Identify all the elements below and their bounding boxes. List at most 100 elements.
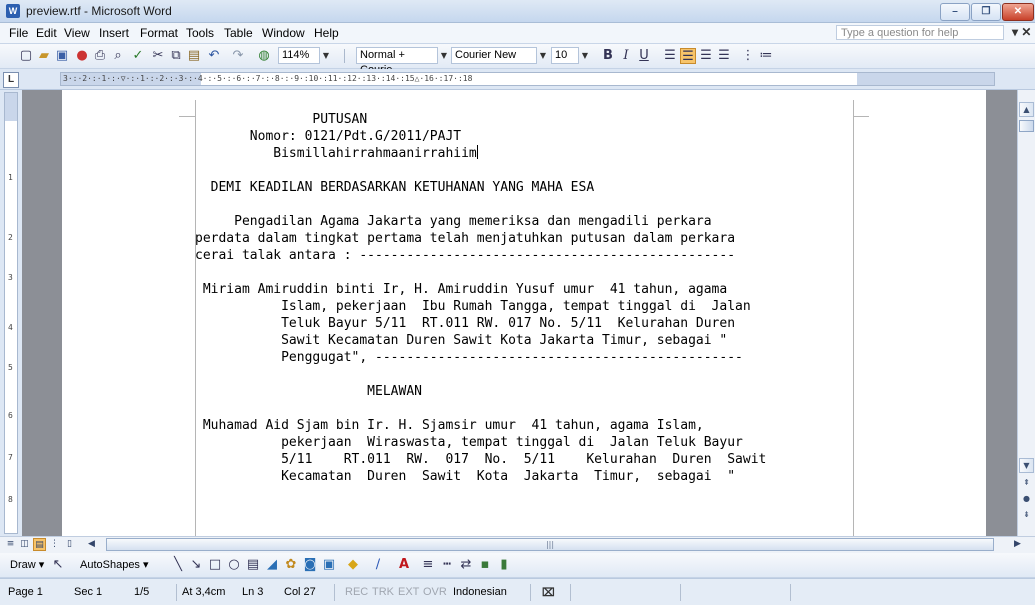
previous-page-icon[interactable]: ⇞ [1019,476,1034,491]
dash-style-icon[interactable]: ┅ [439,557,455,573]
document-line[interactable]: Pengadilan Agama Jakarta yang memeriksa … [195,213,851,230]
print-preview-icon[interactable]: ⌕ [110,48,126,64]
research-icon[interactable]: ◍ [256,48,272,64]
rectangle-icon[interactable]: □ [207,557,223,573]
menu-window[interactable]: Window [262,26,305,40]
font-size-dropdown-icon[interactable]: ▼ [580,48,590,63]
fill-color-icon[interactable]: ◆ [345,557,361,573]
document-line[interactable]: Bismillahirrahmaanirrahiim [195,145,851,162]
numbering-icon[interactable]: ⋮ [740,48,756,64]
status-language[interactable]: Indonesian [453,586,507,598]
scroll-right-icon[interactable]: ▶ [1011,538,1024,551]
select-objects-icon[interactable]: ↖ [50,557,66,573]
style-dropdown-icon[interactable]: ▼ [439,48,449,63]
minimize-button[interactable]: – [940,3,970,21]
next-page-icon[interactable]: ⇟ [1019,508,1034,523]
arrow-icon[interactable]: ↘ [188,557,204,573]
document-line[interactable]: Sawit Kecamatan Duren Sawit Kota Jakarta… [195,332,851,349]
document-page[interactable]: PUTUSAN Nomor: 0121/Pdt.G/2011/PAJT Bism… [62,90,986,536]
line-color-icon[interactable]: ∕ [370,557,386,573]
document-line[interactable] [195,264,851,281]
diagram-icon[interactable]: ✿ [283,557,299,573]
document-line[interactable]: Nomor: 0121/Pdt.G/2011/PAJT [195,128,851,145]
spelling-icon[interactable]: ✓ [130,48,146,64]
menu-help[interactable]: Help [314,26,339,40]
tab-selector[interactable]: L [3,72,19,88]
menu-table[interactable]: Table [224,26,253,40]
status-trk[interactable]: TRK [372,586,394,598]
document-text[interactable]: PUTUSAN Nomor: 0121/Pdt.G/2011/PAJT Bism… [195,111,851,485]
close-doc-icon[interactable]: ▾ ✕ [1012,25,1031,39]
cut-icon[interactable]: ✂ [150,48,166,64]
scroll-up-icon[interactable]: ▲ [1019,102,1034,117]
maximize-button[interactable]: ❐ [971,3,1001,21]
scroll-down-icon[interactable]: ▼ [1019,458,1034,473]
menu-format[interactable]: Format [140,26,178,40]
menu-view[interactable]: View [64,26,90,40]
new-document-icon[interactable]: ▢ [18,48,34,64]
oval-icon[interactable]: ○ [226,557,242,573]
bullets-icon[interactable]: ≔ [758,48,774,64]
document-line[interactable]: pekerjaan Wiraswasta, tempat tinggal di … [195,434,851,451]
font-color-icon[interactable]: A [396,557,412,573]
reading-layout-icon[interactable]: ▯ [63,538,76,551]
document-line[interactable]: perdata dalam tingkat pertama telah menj… [195,230,851,247]
document-line[interactable]: Muhamad Aid Sjam bin Ir. H. Sjamsir umur… [195,417,851,434]
redo-icon[interactable]: ↷ [230,48,246,64]
document-line[interactable]: 5/11 RT.011 RW. 017 No. 5/11 Kelurahan D… [195,451,851,468]
document-line[interactable]: Teluk Bayur 5/11 RT.011 RW. 017 No. 5/11… [195,315,851,332]
line-style-icon[interactable]: ≡ [420,557,436,573]
zoom-dropdown-icon[interactable]: ▼ [321,48,331,63]
status-ovr[interactable]: OVR [423,586,447,598]
permission-icon[interactable]: ● [74,48,90,64]
spelling-status-icon[interactable]: ⌧ [542,586,555,599]
status-ext[interactable]: EXT [398,586,419,598]
open-icon[interactable]: ▰ [36,48,52,64]
3d-style-icon[interactable]: ▮ [496,557,512,573]
font-dropdown-icon[interactable]: ▼ [538,48,548,63]
line-icon[interactable]: ╲ [170,557,186,573]
style-select[interactable]: Normal + Courie [356,47,438,76]
align-right-icon[interactable]: ☰ [698,48,714,64]
close-button[interactable]: ✕ [1002,3,1034,21]
bold-button[interactable]: B [600,48,616,64]
vertical-ruler[interactable]: 1 2 3 4 5 6 7 8 [4,92,18,534]
document-line[interactable] [195,196,851,213]
horizontal-ruler[interactable]: 3·:·2·:·1·:·▽·:·1·:·2·:·3·:·4·:·5·:·6·:·… [60,72,995,86]
scroll-left-icon[interactable]: ◀ [85,538,98,551]
document-line[interactable]: cerai talak antara : -------------------… [195,247,851,264]
clipart-icon[interactable]: ◙ [302,557,318,573]
help-search-input[interactable]: Type a question for help [836,25,1004,40]
shadow-style-icon[interactable]: ▪ [477,557,493,573]
font-size-select[interactable]: 10 [551,47,579,64]
draw-menu[interactable]: Draw ▾ [10,558,44,571]
document-line[interactable] [195,162,851,179]
menu-tools[interactable]: Tools [186,26,214,40]
scroll-thumb[interactable] [1019,120,1034,132]
wordart-icon[interactable]: ◢ [264,557,280,573]
arrow-style-icon[interactable]: ⇄ [458,557,474,573]
document-line[interactable]: Kecamatan Duren Sawit Kota Jakarta Timur… [195,468,851,485]
word-app-icon[interactable]: W [6,4,20,18]
justify-icon[interactable]: ☰ [716,48,732,64]
status-rec[interactable]: REC [345,586,368,598]
copy-icon[interactable]: ⧉ [168,48,184,64]
document-line[interactable]: Miriam Amiruddin binti Ir, H. Amiruddin … [195,281,851,298]
textbox-icon[interactable]: ▤ [245,557,261,573]
select-browse-object-icon[interactable]: ● [1019,492,1034,507]
document-line[interactable] [195,366,851,383]
menu-insert[interactable]: Insert [99,26,129,40]
menu-file[interactable]: File [9,26,28,40]
normal-view-icon[interactable]: ≡ [4,538,17,551]
web-layout-icon[interactable]: ◫ [18,538,31,551]
align-center-icon[interactable]: ☰ [680,48,696,64]
picture-icon[interactable]: ▣ [321,557,337,573]
document-line[interactable]: Islam, pekerjaan Ibu Rumah Tangga, tempa… [195,298,851,315]
menu-edit[interactable]: Edit [36,26,57,40]
document-line[interactable]: Penggugat", ----------------------------… [195,349,851,366]
document-line[interactable]: MELAWAN [195,383,851,400]
vertical-scrollbar[interactable]: ▲ ▼ ⇞ ● ⇟ [1017,90,1035,536]
zoom-select[interactable]: 114% [278,47,320,64]
print-icon[interactable]: ⎙ [92,48,108,64]
align-left-icon[interactable]: ☰ [662,48,678,64]
